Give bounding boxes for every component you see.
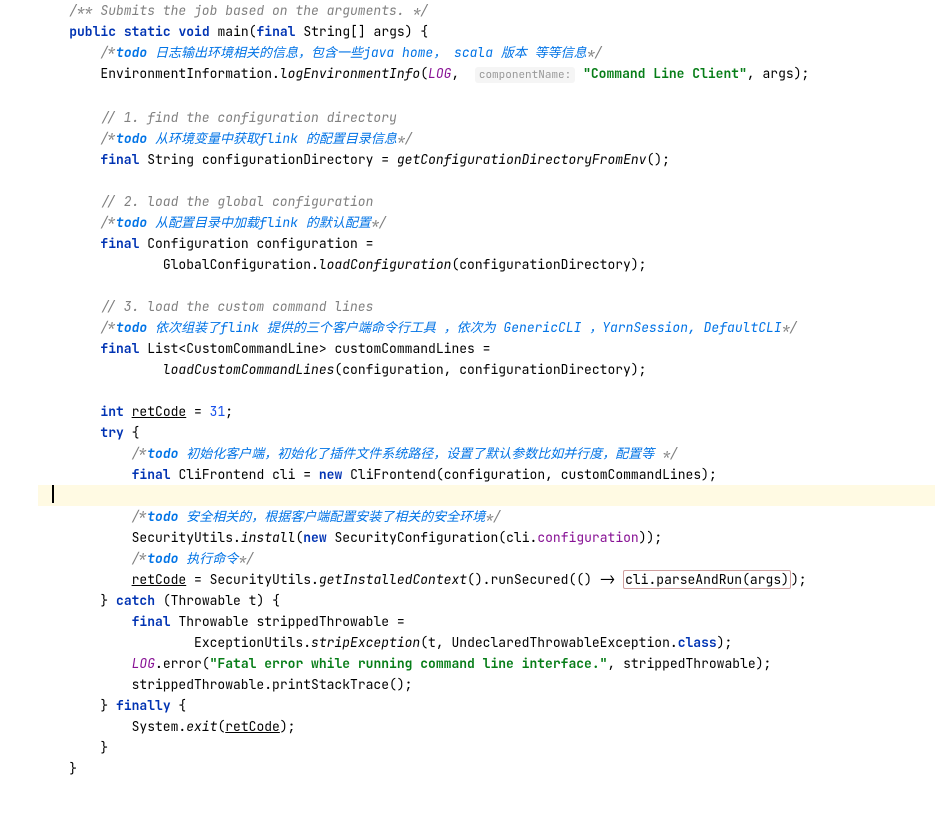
code-line[interactable]: EnvironmentInformation.logEnvironmentInf… <box>38 63 935 86</box>
code-line[interactable]: /*todo 日志输出环境相关的信息，包含一些java home， scala … <box>38 42 935 63</box>
code-line[interactable]: public static void main(final String[] a… <box>38 21 935 42</box>
empty-line[interactable] <box>38 380 935 401</box>
current-line[interactable] <box>38 485 935 506</box>
highlighted-expression: cli.parseAndRun(args) <box>623 570 791 589</box>
code-line[interactable]: // 3. load the custom command lines <box>38 296 935 317</box>
code-line[interactable]: GlobalConfiguration.loadConfiguration(co… <box>38 254 935 275</box>
code-line[interactable]: } <box>38 758 935 779</box>
empty-line[interactable] <box>38 275 935 296</box>
code-line[interactable]: System.exit(retCode); <box>38 716 935 737</box>
code-line[interactable]: } finally { <box>38 695 935 716</box>
code-line[interactable]: /*todo 依次组装了flink 提供的三个客户端命令行工具 ，依次为 Gen… <box>38 317 935 338</box>
code-line[interactable]: final List<CustomCommandLine> customComm… <box>38 338 935 359</box>
code-line[interactable]: /*todo 安全相关的，根据客户端配置安装了相关的安全环境*/ <box>38 506 935 527</box>
code-line[interactable]: /*todo 从配置目录中加载flink 的默认配置*/ <box>38 212 935 233</box>
code-line[interactable]: SecurityUtils.install(new SecurityConfig… <box>38 527 935 548</box>
code-line[interactable]: loadCustomCommandLines(configuration, co… <box>38 359 935 380</box>
code-line[interactable]: retCode = SecurityUtils.getInstalledCont… <box>38 569 935 590</box>
code-line[interactable]: final String configurationDirectory = ge… <box>38 149 935 170</box>
code-editor[interactable]: /** Submits the job based on the argumen… <box>0 0 935 779</box>
code-line[interactable]: // 1. find the configuration directory <box>38 107 935 128</box>
javadoc-comment: /** Submits the job based on the argumen… <box>69 2 428 19</box>
code-line[interactable]: final CliFrontend cli = new CliFrontend(… <box>38 464 935 485</box>
code-line[interactable]: } <box>38 737 935 758</box>
code-line[interactable]: LOG.error("Fatal error while running com… <box>38 653 935 674</box>
code-line[interactable]: strippedThrowable.printStackTrace(); <box>38 674 935 695</box>
code-line[interactable]: try { <box>38 422 935 443</box>
code-line[interactable]: /** Submits the job based on the argumen… <box>38 0 935 21</box>
code-line[interactable]: /*todo 执行命令*/ <box>38 548 935 569</box>
code-line[interactable]: final Configuration configuration = <box>38 233 935 254</box>
code-line[interactable]: // 2. load the global configuration <box>38 191 935 212</box>
code-line[interactable]: } catch (Throwable t) { <box>38 590 935 611</box>
code-line[interactable]: final Throwable strippedThrowable = <box>38 611 935 632</box>
code-line[interactable]: int retCode = 31; <box>38 401 935 422</box>
cursor <box>52 485 54 503</box>
code-content[interactable]: /** Submits the job based on the argumen… <box>20 0 935 779</box>
empty-line[interactable] <box>38 86 935 107</box>
param-hint: componentName: <box>475 67 575 83</box>
code-line[interactable]: /*todo 初始化客户端，初始化了插件文件系统路径，设置了默认参数比如并行度，… <box>38 443 935 464</box>
empty-line[interactable] <box>38 170 935 191</box>
code-line[interactable]: /*todo 从环境变量中获取flink 的配置目录信息*/ <box>38 128 935 149</box>
code-line[interactable]: ExceptionUtils.stripException(t, Undecla… <box>38 632 935 653</box>
